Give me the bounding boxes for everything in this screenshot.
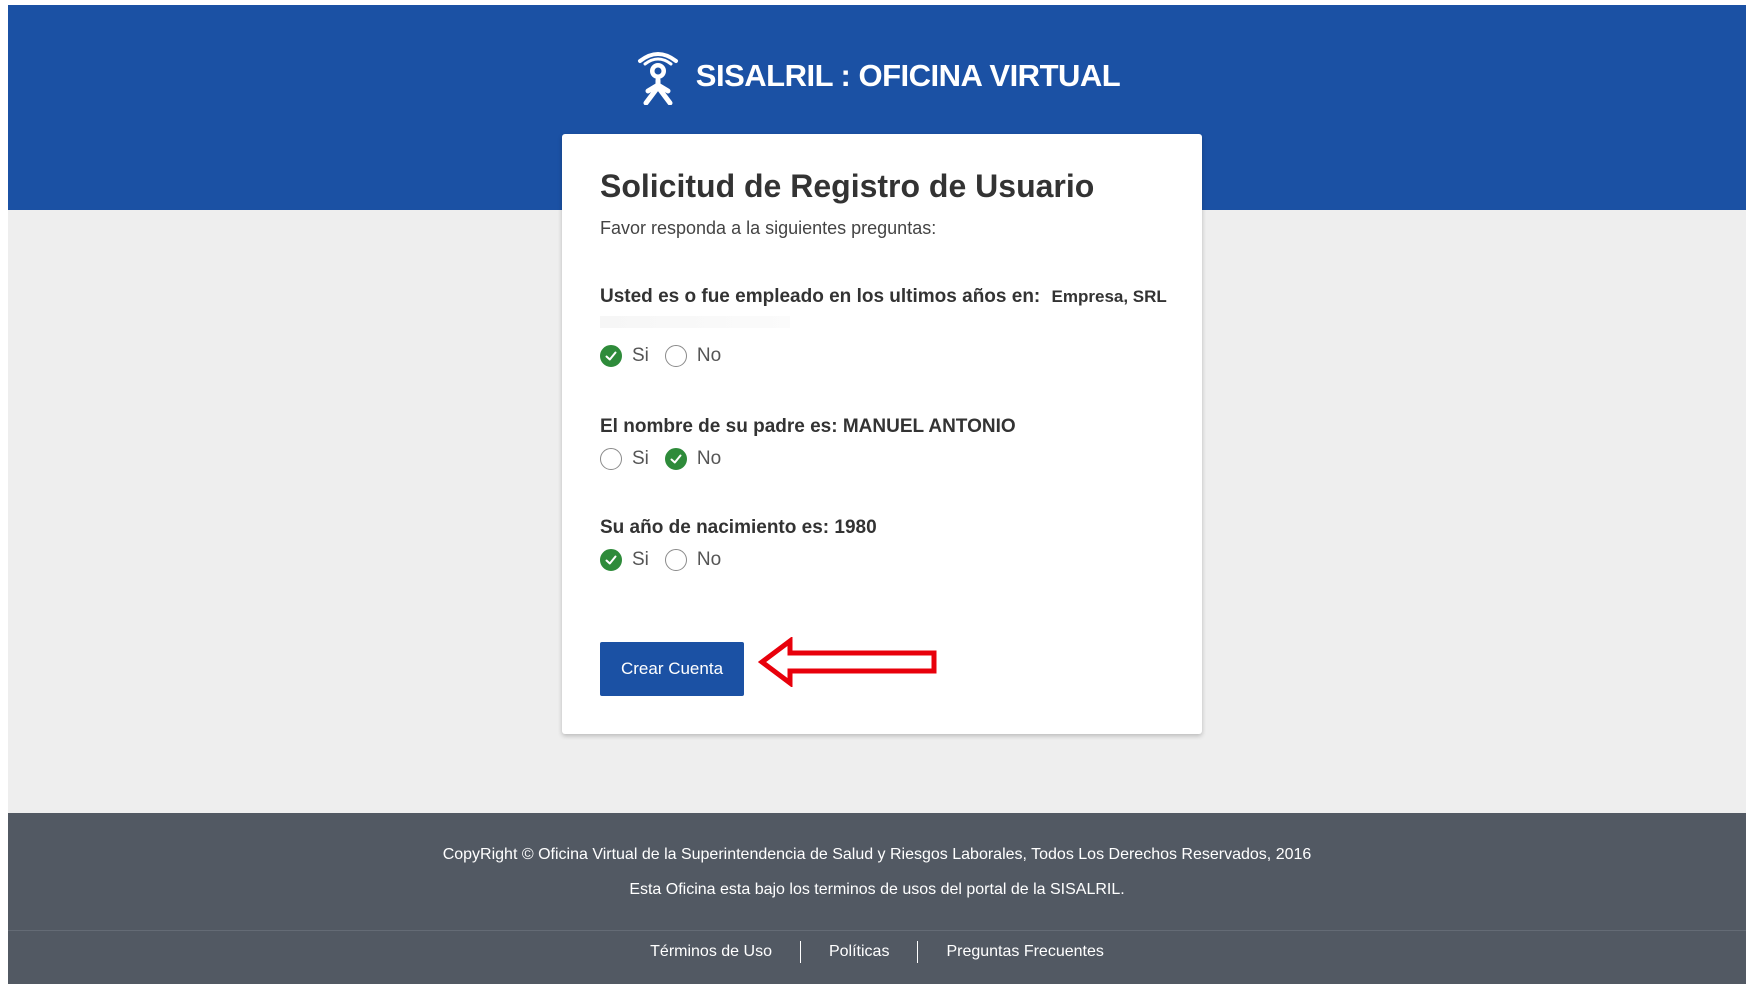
option-si[interactable]: Si xyxy=(600,448,649,470)
radio-checked-icon[interactable] xyxy=(600,345,622,367)
brand: SISALRIL : OFICINA VIRTUAL xyxy=(8,47,1746,105)
option-no[interactable]: No xyxy=(664,549,722,571)
hidden-text-placeholder xyxy=(600,316,790,328)
option-si[interactable]: Si xyxy=(600,549,649,571)
footer-link-terms[interactable]: Términos de Uso xyxy=(622,943,800,961)
option-no[interactable]: No xyxy=(664,448,722,470)
option-label: No xyxy=(696,448,722,469)
option-label: No xyxy=(696,549,722,570)
footer-link-policies[interactable]: Políticas xyxy=(801,943,917,961)
copyright-text: CopyRight © Oficina Virtual de la Superi… xyxy=(442,846,1312,863)
card-subtitle: Favor responda a la siguientes preguntas… xyxy=(600,218,937,238)
radio-checked-icon[interactable] xyxy=(664,448,687,470)
terms-note: Esta Oficina esta bajo los terminos de u… xyxy=(629,881,1125,898)
question-label: Usted es o fue empleado en los ultimos a… xyxy=(600,286,1041,307)
option-label: No xyxy=(696,345,722,366)
options-group: Si No xyxy=(600,549,1180,571)
question-text: Su año de nacimiento es: 1980 xyxy=(600,517,1180,539)
app-title: SISALRIL : OFICINA VIRTUAL xyxy=(695,58,1121,93)
question-value: 1980 xyxy=(834,517,877,538)
page: SISALRIL : OFICINA VIRTUAL Solicitud de … xyxy=(8,5,1746,984)
person-icon xyxy=(637,52,678,105)
radio-unchecked-icon[interactable] xyxy=(600,448,622,470)
question-birth-year: Su año de nacimiento es: 1980 Si No xyxy=(600,517,1180,571)
option-label: Si xyxy=(632,549,649,570)
question-text: El nombre de su padre es: MANUEL ANTONIO xyxy=(600,416,1180,438)
footer-divider xyxy=(8,930,1746,931)
option-no[interactable]: No xyxy=(664,345,722,367)
option-label: Si xyxy=(632,448,649,469)
radio-unchecked-icon[interactable] xyxy=(664,345,687,367)
create-account-button[interactable]: Crear Cuenta xyxy=(600,642,744,696)
question-value: Empresa, SRL xyxy=(1051,287,1167,306)
option-si[interactable]: Si xyxy=(600,345,649,367)
question-label: Su año de nacimiento es: xyxy=(600,517,830,538)
footer-link-faq[interactable]: Preguntas Frecuentes xyxy=(918,943,1131,961)
footer-links: Términos de Uso Políticas Preguntas Frec… xyxy=(8,941,1746,963)
question-value: MANUEL ANTONIO xyxy=(842,416,1016,437)
question-employment: Usted es o fue empleado en los ultimos a… xyxy=(600,286,1180,367)
card-title: Solicitud de Registro de Usuario xyxy=(600,168,1095,204)
options-group: Si No xyxy=(600,345,1180,367)
radio-checked-icon[interactable] xyxy=(600,549,622,571)
footer: CopyRight © Oficina Virtual de la Superi… xyxy=(8,813,1746,984)
option-label: Si xyxy=(632,345,649,366)
question-father-name: El nombre de su padre es: MANUEL ANTONIO… xyxy=(600,416,1180,470)
question-text: Usted es o fue empleado en los ultimos a… xyxy=(600,286,1180,308)
question-label: El nombre de su padre es: xyxy=(600,416,838,437)
red-arrow-left-icon xyxy=(758,637,937,687)
options-group: Si No xyxy=(600,448,1180,470)
radio-unchecked-icon[interactable] xyxy=(664,549,687,571)
